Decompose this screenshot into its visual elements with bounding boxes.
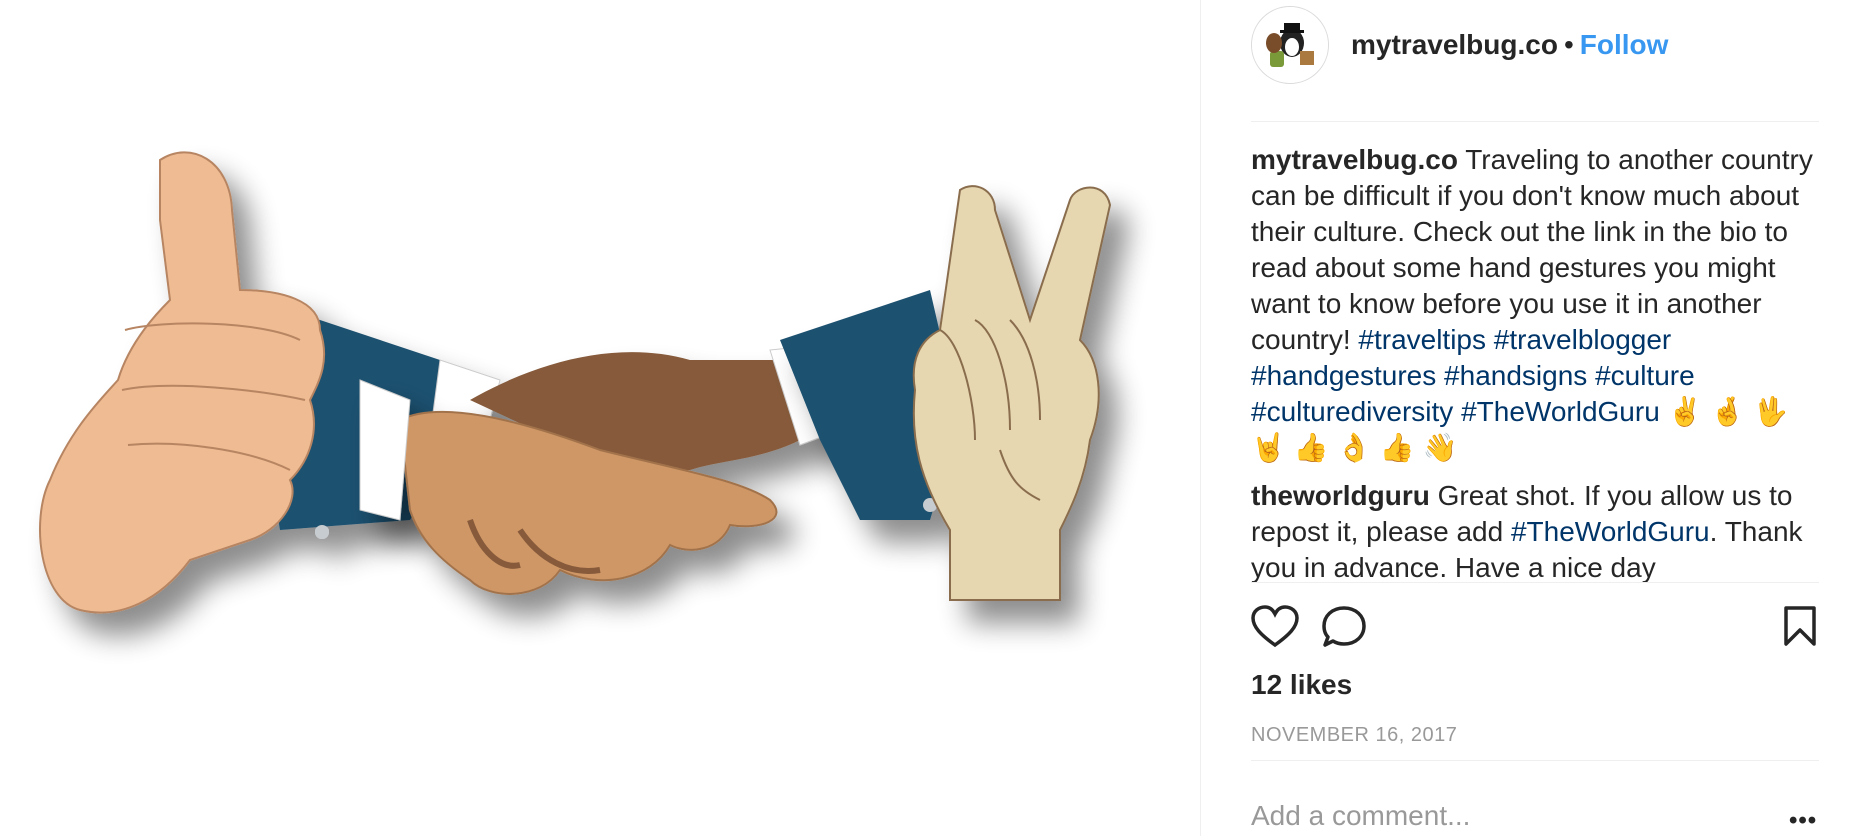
- hand-gestures-illustration: [39, 151, 1112, 614]
- comments-list[interactable]: mytravelbug.co Traveling to another coun…: [1251, 142, 1821, 582]
- comment-item: theworldguru Great shot. If you allow us…: [1251, 478, 1821, 582]
- post-date: NOVEMBER 16, 2017: [1251, 724, 1458, 746]
- header-username[interactable]: mytravelbug.co: [1351, 29, 1558, 60]
- likes-count[interactable]: 12 likes: [1251, 668, 1352, 702]
- avatar[interactable]: [1251, 6, 1329, 84]
- hashtag-link[interactable]: #traveltips: [1358, 324, 1486, 355]
- hashtag-link[interactable]: #culturediversity: [1251, 396, 1453, 427]
- add-comment-input[interactable]: [1251, 798, 1711, 834]
- hashtag-link[interactable]: #TheWorldGuru: [1461, 396, 1660, 427]
- post-header: mytravelbug.co • Follow: [1251, 6, 1819, 122]
- caption: mytravelbug.co Traveling to another coun…: [1251, 142, 1821, 466]
- hashtag-link[interactable]: #travelblogger: [1494, 324, 1671, 355]
- hashtag-link[interactable]: #handgestures: [1251, 360, 1436, 391]
- hashtag-link[interactable]: #TheWorldGuru: [1511, 516, 1710, 547]
- caption-username[interactable]: mytravelbug.co: [1251, 144, 1458, 175]
- action-bar: [1251, 582, 1819, 661]
- post-image[interactable]: [0, 0, 1200, 836]
- bookmark-icon[interactable]: [1783, 605, 1817, 652]
- comment-username[interactable]: theworldguru: [1251, 480, 1430, 511]
- username-row: mytravelbug.co • Follow: [1351, 28, 1668, 62]
- comment-icon[interactable]: [1321, 605, 1367, 654]
- divider: [1251, 760, 1819, 761]
- peace-sign-hand: [780, 185, 1112, 601]
- hashtag-link[interactable]: #handsigns: [1444, 360, 1587, 391]
- hashtag-link[interactable]: #culture: [1595, 360, 1695, 391]
- follow-button[interactable]: Follow: [1580, 29, 1669, 60]
- separator-dot: •: [1563, 29, 1574, 60]
- post-details-panel: mytravelbug.co • Follow mytravelbug.co Tra…: [1200, 0, 1856, 836]
- more-options-icon[interactable]: •••: [1789, 809, 1817, 833]
- heart-icon[interactable]: [1251, 605, 1299, 654]
